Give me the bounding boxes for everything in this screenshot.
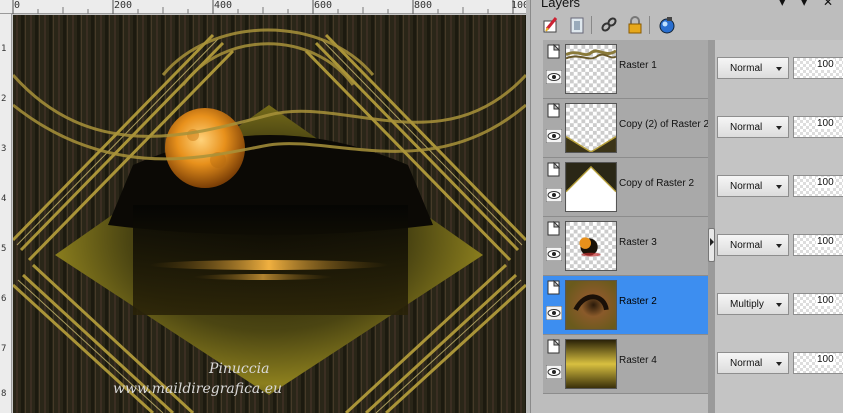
chevron-down-icon: [776, 362, 782, 366]
ruler-label: 8: [1, 389, 7, 399]
toolbar-separator: [649, 16, 650, 34]
ruler-label: 1: [1, 44, 7, 54]
watermark-line2: www.maildiregrafica.eu: [113, 381, 282, 397]
layer-visibility-toggle-icon[interactable]: [547, 162, 561, 178]
expand-arrow-icon[interactable]: [710, 238, 714, 246]
top-ruler: 0 200 400 600 800 1000: [0, 0, 535, 14]
layer-name: Copy (2) of Raster 2: [619, 119, 710, 130]
opacity-field[interactable]: 100: [793, 293, 843, 315]
layer-name: Raster 3: [619, 237, 657, 248]
layer-row[interactable]: Copy (2) of Raster 2: [543, 99, 710, 158]
layer-name: Raster 2: [619, 296, 657, 307]
chevron-down-icon: [776, 126, 782, 130]
layer-thumbnail: [565, 44, 617, 94]
chevron-down-icon: [776, 244, 782, 248]
palette-window-controls[interactable]: ▾ ▾ ✕: [779, 0, 839, 9]
ruler-label: 2: [1, 94, 7, 104]
ruler-label: 5: [1, 244, 7, 254]
new-raster-layer-icon[interactable]: [541, 15, 561, 35]
chevron-down-icon: [776, 67, 782, 71]
layer-name: Raster 1: [619, 60, 657, 71]
eye-icon[interactable]: [546, 306, 562, 320]
layer-visibility-toggle-icon[interactable]: [547, 44, 561, 60]
layer-thumbnail: [565, 162, 617, 212]
opacity-value: 100: [816, 354, 835, 365]
layer-row-selected[interactable]: Raster 2: [543, 276, 708, 335]
ruler-label: 7: [1, 344, 7, 354]
blend-mode-value: Normal: [730, 358, 763, 369]
ruler-ticks: [12, 0, 514, 14]
layer-row[interactable]: Raster 4: [543, 335, 708, 394]
layer-thumbnail: [565, 103, 617, 153]
layer-row[interactable]: Raster 1: [543, 40, 708, 99]
palette-splitter[interactable]: [708, 40, 715, 413]
blend-mode-value: Normal: [730, 240, 763, 251]
opacity-value: 100: [816, 236, 835, 247]
blend-mode-value: Normal: [730, 181, 763, 192]
eye-icon[interactable]: [546, 129, 562, 143]
blend-mode-dropdown[interactable]: Normal: [717, 175, 789, 197]
layer-styles-globe-icon[interactable]: [657, 15, 677, 35]
opacity-value: 100: [816, 295, 835, 306]
layer-visibility-toggle-icon[interactable]: [547, 339, 561, 355]
toolbar-separator: [591, 16, 592, 34]
blend-mode-dropdown[interactable]: Normal: [717, 234, 789, 256]
layer-visibility-toggle-icon[interactable]: [547, 221, 561, 237]
eye-icon[interactable]: [546, 188, 562, 202]
opacity-field[interactable]: 100: [793, 234, 843, 256]
layer-thumbnail: [565, 221, 617, 271]
ruler-label: 4: [1, 194, 7, 204]
opacity-value: 100: [816, 59, 835, 70]
chevron-down-icon: [776, 303, 782, 307]
chevron-down-icon: [776, 185, 782, 189]
blend-mode-value: Normal: [730, 122, 763, 133]
layer-visibility-toggle-icon[interactable]: [547, 103, 561, 119]
layer-name: Raster 4: [619, 355, 657, 366]
blend-mode-dropdown[interactable]: Normal: [717, 116, 789, 138]
link-layers-icon[interactable]: [599, 15, 619, 35]
opacity-field[interactable]: 100: [793, 175, 843, 197]
layers-palette: Layers ▾ ▾ ✕ Raster 1 Copy (2) of Raster…: [530, 0, 843, 413]
opacity-value: 100: [816, 118, 835, 129]
lock-icon[interactable]: [625, 15, 645, 35]
artwork: Pinuccia www.maildiregrafica.eu: [13, 15, 526, 413]
layer-visibility-toggle-icon[interactable]: [547, 280, 561, 296]
opacity-field[interactable]: 100: [793, 116, 843, 138]
opacity-field[interactable]: 100: [793, 57, 843, 79]
left-ruler: 1 2 3 4 5 6 7 8: [0, 14, 12, 413]
layers-toolbar: [531, 12, 843, 38]
paint-shop-window: 0 200 400 600 800 1000 1 2 3 4 5 6 7 8 P…: [0, 0, 843, 413]
watermark-line1: Pinuccia: [208, 361, 269, 377]
layer-name: Copy of Raster 2: [619, 178, 695, 189]
eye-icon[interactable]: [546, 70, 562, 84]
eye-icon[interactable]: [546, 365, 562, 379]
opacity-value: 100: [816, 177, 835, 188]
blend-mode-dropdown[interactable]: Multiply: [717, 293, 789, 315]
eye-icon[interactable]: [546, 247, 562, 261]
layer-row[interactable]: Raster 3: [543, 217, 708, 276]
ruler-label: 6: [1, 294, 7, 304]
blend-mode-dropdown[interactable]: Normal: [717, 352, 789, 374]
layer-properties-column: Normal 100 Normal 100 Normal 100 Normal …: [715, 40, 843, 413]
layer-row[interactable]: Copy of Raster 2: [543, 158, 708, 217]
blend-mode-value: Multiply: [730, 299, 764, 310]
opacity-field[interactable]: 100: [793, 352, 843, 374]
ruler-label: 3: [1, 144, 7, 154]
layer-thumbnail: [565, 280, 617, 330]
blend-mode-value: Normal: [730, 63, 763, 74]
blend-mode-dropdown[interactable]: Normal: [717, 57, 789, 79]
image-canvas[interactable]: Pinuccia www.maildiregrafica.eu: [13, 15, 526, 413]
layer-thumbnail: [565, 339, 617, 389]
palette-title: Layers: [541, 0, 581, 10]
new-mask-layer-icon[interactable]: [567, 15, 587, 35]
